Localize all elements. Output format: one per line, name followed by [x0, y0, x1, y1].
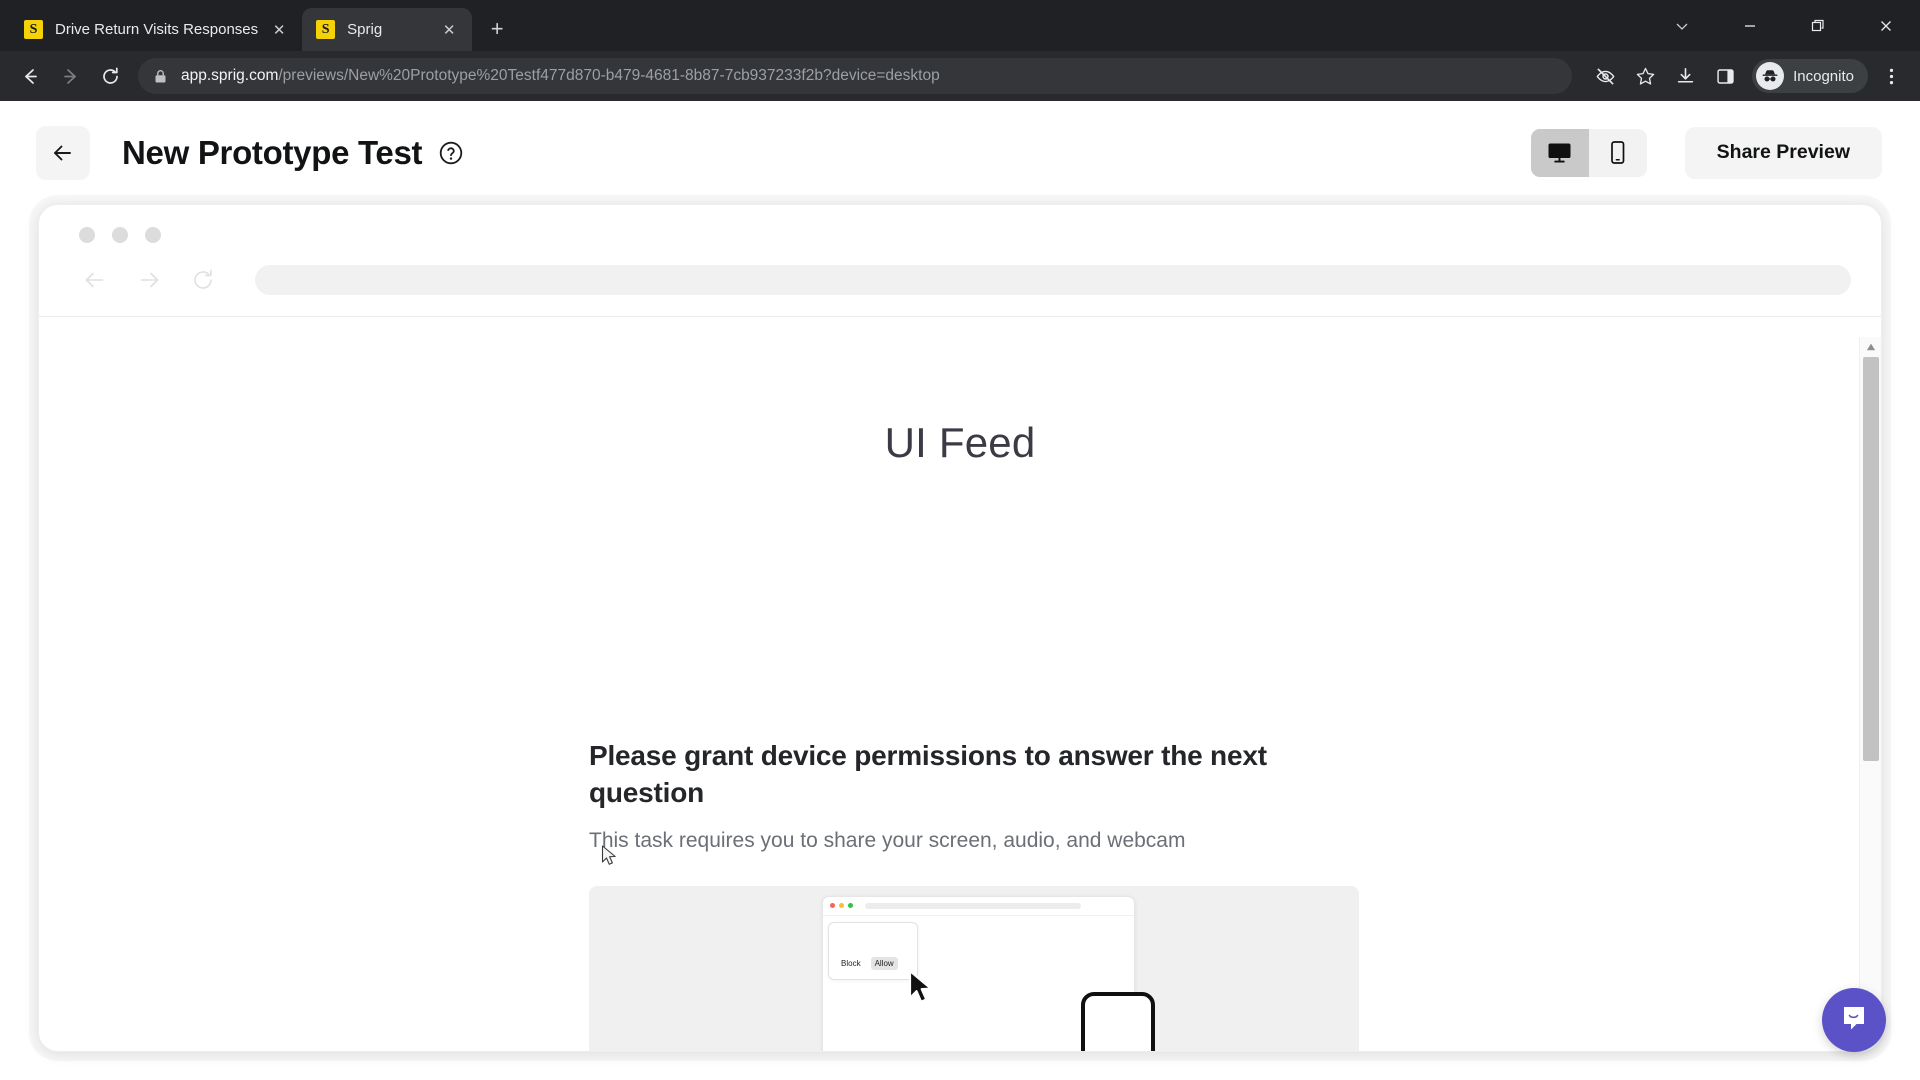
survey-question: Please grant device permissions to answe… [589, 740, 1267, 809]
preview-frame: UI Feed Please grant device permissions … [38, 204, 1882, 1052]
tab-strip: S Drive Return Visits Responses ✕ S Spri… [0, 0, 1920, 51]
device-toggle [1530, 128, 1647, 177]
survey-subtext: This task requires you to share your scr… [589, 829, 1186, 853]
minimize-tray-chevron-icon[interactable] [1648, 0, 1716, 51]
share-preview-button[interactable]: Share Preview [1684, 126, 1882, 179]
lock-icon [152, 68, 169, 85]
preview-page-scrollbar[interactable] [1859, 337, 1881, 1051]
traffic-light-yellow [839, 903, 844, 909]
preview-wrapper: UI Feed Please grant device permissions … [0, 204, 1920, 1080]
maximize-restore-icon[interactable] [1784, 0, 1852, 51]
url-text: app.sprig.com/previews/New%20Prototype%2… [181, 67, 940, 85]
incognito-hat-glasses-icon [1756, 62, 1785, 90]
mock-back-arrow-icon [77, 262, 113, 298]
window-controls [1648, 0, 1920, 51]
illustration-url-pill [865, 902, 1081, 909]
mock-dot [145, 227, 161, 243]
permission-allow-button: Allow [870, 956, 898, 970]
tab-favicon: S [24, 20, 43, 39]
minimize-icon[interactable] [1716, 0, 1784, 51]
profile-label: Incognito [1793, 67, 1854, 85]
side-panel-icon[interactable] [1708, 59, 1742, 93]
forward-button[interactable] [52, 58, 88, 94]
page-scrollbar-track[interactable] [1860, 357, 1882, 1031]
question-mark-circle-icon[interactable] [438, 140, 464, 166]
page-scrollbar-thumb[interactable] [1862, 357, 1879, 762]
page-scroll-up-arrow-icon[interactable] [1860, 337, 1882, 357]
page-title: New Prototype Test [122, 133, 423, 171]
preview-viewport: UI Feed Please grant device permissions … [39, 337, 1881, 1051]
downloads-icon[interactable] [1668, 59, 1702, 93]
mock-window-dots [39, 227, 1881, 243]
device-toggle-desktop[interactable] [1530, 128, 1589, 177]
mock-url-bar [255, 265, 1851, 295]
url-host: app.sprig.com [181, 67, 279, 84]
browser-tab-sprig[interactable]: S Sprig ✕ [302, 8, 473, 51]
feed-title: UI Feed [884, 419, 1036, 466]
illustration-pointer-cursor-icon [907, 969, 941, 1012]
browser-toolbar: app.sprig.com/previews/New%20Prototype%2… [0, 51, 1920, 101]
address-bar[interactable]: app.sprig.com/previews/New%20Prototype%2… [138, 58, 1573, 94]
mock-dot [112, 227, 128, 243]
mock-reload-icon [185, 262, 221, 298]
tab-title: Sprig [347, 21, 383, 38]
page-content: New Prototype Test Share Preview UI Feed… [0, 101, 1920, 1080]
tab-title: Drive Return Visits Responses [55, 21, 259, 38]
mock-nav-row [39, 243, 1881, 298]
bookmark-star-icon[interactable] [1628, 59, 1662, 93]
mock-divider [39, 316, 1881, 317]
intercom-launcher-button[interactable] [1822, 988, 1886, 1052]
browser-window: S Drive Return Visits Responses ✕ S Spri… [0, 0, 1920, 1080]
traffic-light-green [848, 903, 853, 909]
new-tab-button[interactable]: + [480, 12, 514, 46]
tracking-protection-eye-slash-icon[interactable] [1588, 59, 1622, 93]
illustration-phone-outline [1081, 991, 1155, 1051]
back-button[interactable] [12, 58, 48, 94]
mouse-cursor-icon [601, 845, 617, 872]
mock-dot [79, 227, 95, 243]
mock-browser-chrome [39, 205, 1881, 337]
url-path: /previews/New%20Prototype%20Testf477d870… [278, 67, 940, 84]
survey-illustration: Block Allow [589, 885, 1359, 1051]
device-toggle-mobile[interactable] [1589, 129, 1647, 177]
mock-forward-arrow-icon [131, 262, 167, 298]
three-dot-menu-icon[interactable] [1874, 59, 1908, 93]
reload-button[interactable] [92, 58, 128, 94]
survey-card: Please grant device permissions to answe… [589, 737, 1359, 1051]
app-back-button[interactable] [36, 125, 90, 180]
close-window-icon[interactable] [1852, 0, 1920, 51]
app-header: New Prototype Test Share Preview [0, 101, 1920, 204]
tab-close-icon[interactable]: ✕ [268, 19, 290, 41]
tab-close-icon[interactable]: ✕ [438, 19, 460, 41]
permission-block-button: Block [841, 958, 861, 968]
browser-tab-drive-return-visits[interactable]: S Drive Return Visits Responses ✕ [10, 8, 302, 51]
profile-incognito-badge[interactable]: Incognito [1752, 59, 1868, 93]
traffic-light-red [830, 903, 835, 909]
permission-dialog: Block Allow [828, 921, 918, 980]
illustration-browser-mock: Block Allow [822, 895, 1155, 1051]
illustration-titlebar [823, 897, 1134, 916]
tab-favicon: S [316, 20, 336, 39]
intercom-chat-bubble-icon [1837, 1001, 1871, 1040]
